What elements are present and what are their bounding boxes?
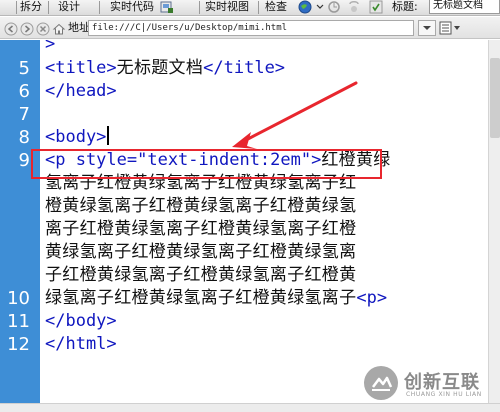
visual-aids-icon[interactable] [347,0,361,14]
live-code-button[interactable]: 实时代码 [110,0,154,15]
line-number: 11 [7,311,30,332]
code-wrapped-text: 离子红橙黄绿氢离子红橙黄绿氢离子红橙 [45,219,357,239]
address-dropdown[interactable] [418,20,436,36]
code-tag: </html> [45,334,117,354]
split-view-button[interactable]: 拆分 [20,0,42,15]
toolbar-separator [199,1,200,14]
debug-icon[interactable] [327,0,341,14]
code-tag: <title> [45,58,117,78]
view-options-icon[interactable] [439,20,461,36]
globe-preview-icon[interactable] [298,0,312,14]
address-url-input[interactable]: file:///C|/Users/u/Desktop/mimi.html [88,20,414,36]
text-cursor [107,126,109,145]
code-line-body-open: <body> [45,126,109,149]
code-tag: > [45,40,56,54]
document-title-field[interactable]: 无标题文档 [429,0,500,14]
home-icon[interactable] [52,21,66,35]
code-line-html-close: </html> [45,333,117,356]
line-number: 5 [18,58,30,79]
stop-icon[interactable] [36,21,50,36]
code-line-title: <title>无标题文档</title> [45,57,285,80]
code-wrapped-text: 黄绿氢离子红橙黄绿氢离子红橙黄绿氢离 [45,242,357,262]
forward-arrow-icon[interactable] [20,21,34,36]
line-number: 6 [18,81,30,102]
scrollbar-thumb[interactable] [490,58,500,138]
design-view-button[interactable]: 设计 [58,0,80,15]
line-number: 9 [18,150,30,171]
code-line-head-close: </head> [45,80,117,103]
annotation-highlight-box [31,149,382,179]
code-line-body-close: </body> [45,310,117,333]
document-title-label: 标题: [392,0,418,13]
code-line-paragraph-end: 绿氢离子红橙黄绿氢离子红橙黄绿氢离子<p> [45,287,387,310]
code-line: > [45,40,55,56]
code-tag: </head> [45,81,117,101]
watermark-subtitle: CHUANG XIN HU LIAN [406,391,482,398]
code-tag: <p> [356,288,388,308]
toolbar-separator [99,1,100,14]
file-management-icon[interactable] [160,0,174,14]
back-arrow-icon[interactable] [4,21,18,36]
code-wrapped-text: 橙黄绿氢离子红橙黄绿氢离子红橙黄绿氢 [45,196,357,216]
line-number-gutter: 5 6 7 8 9 10 11 12 [0,40,40,403]
code-tag: <body> [45,127,107,147]
line-number: 12 [7,334,30,355]
code-text: 绿氢离子红橙黄绿氢离子红橙黄绿氢离子 [45,288,357,308]
toolbar-separator [16,1,17,14]
line-number: 10 [7,288,30,309]
vertical-scrollbar[interactable] [488,40,500,403]
check-page-icon[interactable] [369,0,383,14]
line-number: 7 [18,104,30,125]
code-wrapped-text: 子红橙黄绿氢离子红橙黄绿氢离子红橙黄 [45,265,357,285]
toolbar-separator [48,1,49,14]
live-view-button[interactable]: 实时视图 [205,0,249,15]
code-tag: </body> [45,311,117,331]
document-toolbar: 拆分 设计 实时代码 实时视图 检查 标题: 无标题文档 [0,0,500,16]
line-number: 8 [18,127,30,148]
code-editor[interactable]: > <title>无标题文档</title> </head> <body> <p… [40,40,488,403]
watermark-logo: 创新互联 CHUANG XIN HU LIAN [362,362,496,406]
code-text: 无标题文档 [116,58,204,78]
toolbar-separator [258,1,259,14]
code-tag: </title> [203,58,286,78]
watermark-emblem-icon [364,366,398,400]
inspect-button[interactable]: 检查 [265,0,287,15]
address-bar: 地址: file:///C|/Users/u/Desktop/mimi.html [0,17,500,39]
